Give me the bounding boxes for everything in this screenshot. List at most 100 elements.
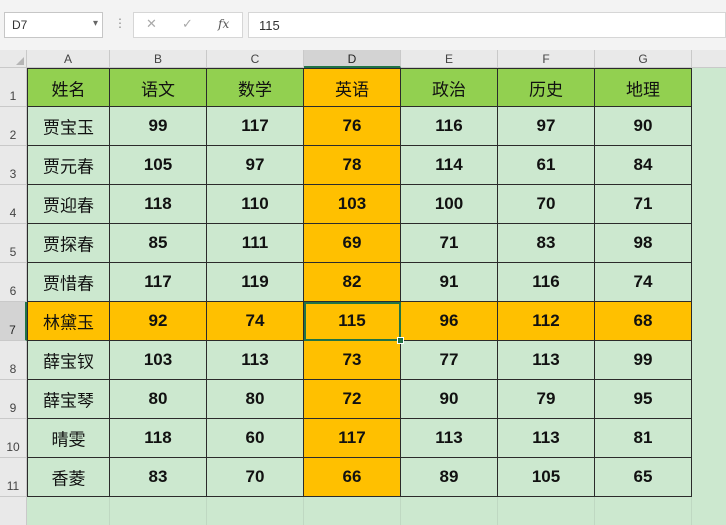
table-cell[interactable]: 65 bbox=[595, 458, 692, 497]
empty-cell[interactable] bbox=[304, 497, 401, 525]
table-cell[interactable]: 晴雯 bbox=[27, 419, 110, 458]
table-cell[interactable]: 贾宝玉 bbox=[27, 107, 110, 146]
table-cell[interactable]: 82 bbox=[304, 263, 401, 302]
table-cell[interactable]: 114 bbox=[401, 146, 498, 185]
name-box[interactable]: D7 ▾ bbox=[4, 12, 103, 38]
row-header-10[interactable]: 10 bbox=[0, 419, 27, 458]
enter-icon[interactable]: ✓ bbox=[182, 17, 193, 32]
table-cell[interactable]: 97 bbox=[207, 146, 304, 185]
row-header-4[interactable]: 4 bbox=[0, 185, 27, 224]
table-cell[interactable]: 111 bbox=[207, 224, 304, 263]
table-cell[interactable]: 74 bbox=[207, 302, 304, 341]
cancel-icon[interactable]: ✕ bbox=[146, 17, 157, 32]
table-cell[interactable]: 115 bbox=[304, 302, 401, 341]
table-cell[interactable]: 112 bbox=[498, 302, 595, 341]
table-cell[interactable]: 103 bbox=[110, 341, 207, 380]
empty-cell[interactable] bbox=[595, 497, 692, 525]
table-cell[interactable]: 71 bbox=[595, 185, 692, 224]
table-cell[interactable]: 113 bbox=[401, 419, 498, 458]
table-cell[interactable]: 香菱 bbox=[27, 458, 110, 497]
row-header-11[interactable]: 11 bbox=[0, 458, 27, 497]
table-cell[interactable]: 103 bbox=[304, 185, 401, 224]
table-cell[interactable]: 84 bbox=[595, 146, 692, 185]
column-header-a[interactable]: A bbox=[27, 50, 110, 68]
table-cell[interactable]: 117 bbox=[304, 419, 401, 458]
table-cell[interactable]: 113 bbox=[207, 341, 304, 380]
row-header-7[interactable]: 7 bbox=[0, 302, 27, 341]
table-cell[interactable]: 97 bbox=[498, 107, 595, 146]
table-cell[interactable]: 113 bbox=[498, 419, 595, 458]
header-cell[interactable]: 语文 bbox=[110, 68, 207, 107]
header-cell[interactable]: 数学 bbox=[207, 68, 304, 107]
table-cell[interactable]: 贾惜春 bbox=[27, 263, 110, 302]
column-header-f[interactable]: F bbox=[498, 50, 595, 68]
header-cell[interactable]: 政治 bbox=[401, 68, 498, 107]
empty-cell[interactable] bbox=[401, 497, 498, 525]
table-cell[interactable]: 70 bbox=[498, 185, 595, 224]
row-header-1[interactable]: 1 bbox=[0, 68, 27, 107]
table-cell[interactable]: 林黛玉 bbox=[27, 302, 110, 341]
fill-handle[interactable] bbox=[397, 337, 404, 344]
column-header-e[interactable]: E bbox=[401, 50, 498, 68]
table-cell[interactable]: 72 bbox=[304, 380, 401, 419]
table-cell[interactable]: 90 bbox=[401, 380, 498, 419]
row-header-9[interactable]: 9 bbox=[0, 380, 27, 419]
table-cell[interactable]: 79 bbox=[498, 380, 595, 419]
table-cell[interactable]: 105 bbox=[498, 458, 595, 497]
header-cell[interactable]: 历史 bbox=[498, 68, 595, 107]
table-cell[interactable]: 薛宝钗 bbox=[27, 341, 110, 380]
table-cell[interactable]: 80 bbox=[110, 380, 207, 419]
column-header-g[interactable]: G bbox=[595, 50, 692, 68]
table-cell[interactable]: 81 bbox=[595, 419, 692, 458]
table-cell[interactable]: 99 bbox=[595, 341, 692, 380]
table-cell[interactable]: 92 bbox=[110, 302, 207, 341]
table-cell[interactable]: 83 bbox=[498, 224, 595, 263]
table-cell[interactable]: 99 bbox=[110, 107, 207, 146]
table-cell[interactable]: 贾迎春 bbox=[27, 185, 110, 224]
table-cell[interactable]: 116 bbox=[401, 107, 498, 146]
empty-cell[interactable] bbox=[110, 497, 207, 525]
empty-cell[interactable] bbox=[498, 497, 595, 525]
table-cell[interactable]: 77 bbox=[401, 341, 498, 380]
row-header-12[interactable] bbox=[0, 497, 27, 525]
chevron-down-icon[interactable]: ▾ bbox=[93, 18, 98, 29]
table-cell[interactable]: 73 bbox=[304, 341, 401, 380]
table-cell[interactable]: 90 bbox=[595, 107, 692, 146]
row-header-8[interactable]: 8 bbox=[0, 341, 27, 380]
table-cell[interactable]: 95 bbox=[595, 380, 692, 419]
table-cell[interactable]: 89 bbox=[401, 458, 498, 497]
table-cell[interactable]: 91 bbox=[401, 263, 498, 302]
table-cell[interactable]: 117 bbox=[110, 263, 207, 302]
table-cell[interactable]: 118 bbox=[110, 185, 207, 224]
header-cell[interactable]: 英语 bbox=[304, 68, 401, 107]
column-header-h[interactable] bbox=[692, 50, 726, 68]
empty-cell[interactable] bbox=[27, 497, 110, 525]
table-cell[interactable]: 60 bbox=[207, 419, 304, 458]
table-cell[interactable]: 70 bbox=[207, 458, 304, 497]
table-cell[interactable]: 117 bbox=[207, 107, 304, 146]
row-header-3[interactable]: 3 bbox=[0, 146, 27, 185]
row-header-5[interactable]: 5 bbox=[0, 224, 27, 263]
table-cell[interactable]: 119 bbox=[207, 263, 304, 302]
row-header-6[interactable]: 6 bbox=[0, 263, 27, 302]
table-cell[interactable]: 贾探春 bbox=[27, 224, 110, 263]
table-cell[interactable]: 80 bbox=[207, 380, 304, 419]
table-cell[interactable]: 76 bbox=[304, 107, 401, 146]
select-all-button[interactable] bbox=[0, 50, 27, 68]
formula-input[interactable]: 115 bbox=[248, 12, 726, 38]
empty-cell[interactable] bbox=[207, 497, 304, 525]
table-cell[interactable]: 68 bbox=[595, 302, 692, 341]
table-cell[interactable]: 110 bbox=[207, 185, 304, 224]
header-cell[interactable]: 地理 bbox=[595, 68, 692, 107]
table-cell[interactable]: 贾元春 bbox=[27, 146, 110, 185]
table-cell[interactable]: 83 bbox=[110, 458, 207, 497]
table-cell[interactable]: 薛宝琴 bbox=[27, 380, 110, 419]
column-header-b[interactable]: B bbox=[110, 50, 207, 68]
header-cell[interactable]: 姓名 bbox=[27, 68, 110, 107]
table-cell[interactable]: 96 bbox=[401, 302, 498, 341]
table-cell[interactable]: 118 bbox=[110, 419, 207, 458]
table-cell[interactable]: 98 bbox=[595, 224, 692, 263]
table-cell[interactable]: 113 bbox=[498, 341, 595, 380]
empty-column-h[interactable] bbox=[692, 68, 726, 525]
table-cell[interactable]: 105 bbox=[110, 146, 207, 185]
